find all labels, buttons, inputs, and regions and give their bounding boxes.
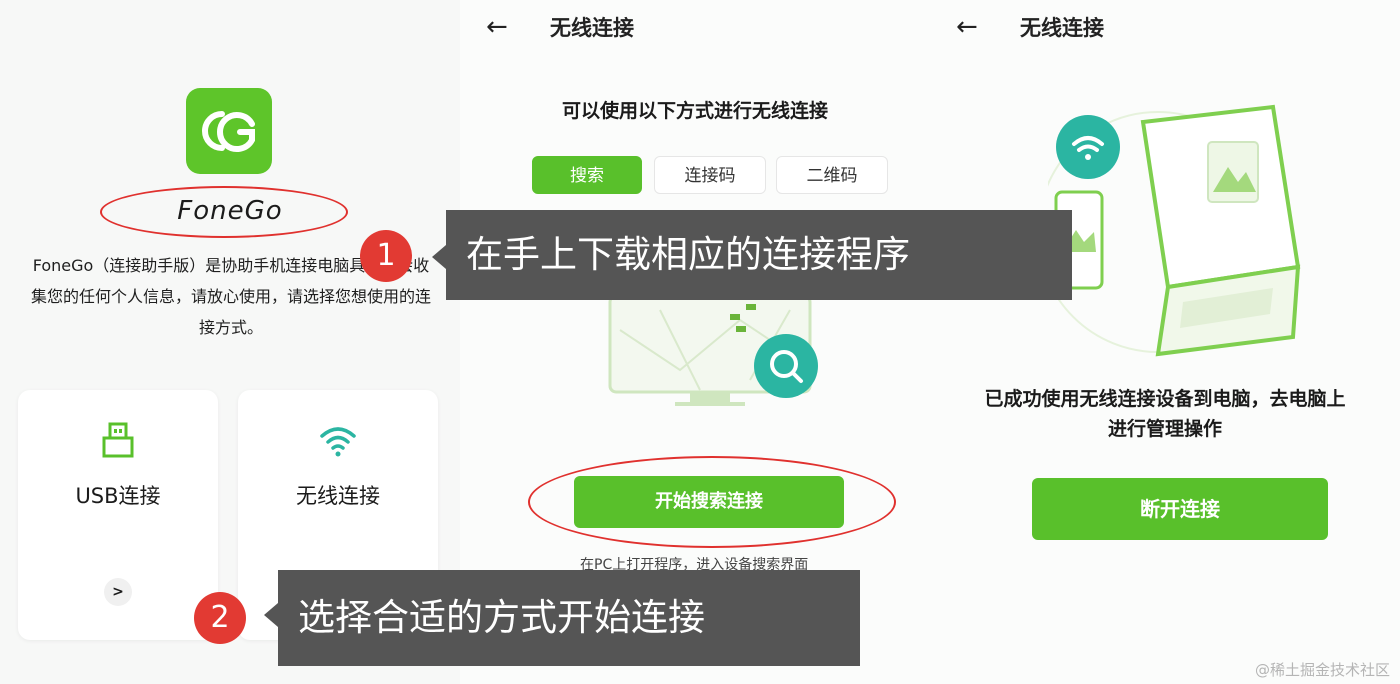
step-2-badge: 2: [194, 592, 246, 644]
back-arrow-icon[interactable]: ←: [956, 10, 992, 44]
tab-search[interactable]: 搜索: [532, 156, 642, 194]
search-illustration: [608, 294, 818, 406]
page-title: 无线连接: [550, 16, 634, 40]
success-message: 已成功使用无线连接设备到电脑，去电脑上 进行管理操作: [950, 384, 1380, 444]
callout-pointer: [432, 245, 446, 269]
success-line-1: 已成功使用无线连接设备到电脑，去电脑上: [984, 388, 1346, 410]
step-1-badge: 1: [360, 230, 412, 282]
page-title: 无线连接: [1020, 16, 1104, 40]
usb-connect-label: USB连接: [75, 484, 161, 508]
callout-2: 选择合适的方式开始连接: [278, 570, 860, 666]
usb-icon: [102, 422, 134, 458]
highlight-ring: [100, 186, 348, 238]
watermark: @稀土掘金技术社区: [1254, 661, 1390, 679]
tab-qr-code[interactable]: 二维码: [776, 156, 888, 194]
connected-panel: ← 无线连接 已成功使用无线连接设备到电脑，去电脑上 进行管理操作 断开连接: [930, 0, 1400, 684]
disconnect-button[interactable]: 断开连接: [1032, 478, 1328, 540]
wireless-connect-label: 无线连接: [296, 484, 380, 508]
callout-pointer: [264, 603, 278, 627]
method-subtitle: 可以使用以下方式进行无线连接: [561, 100, 828, 122]
wifi-icon: [320, 427, 356, 457]
back-arrow-icon[interactable]: ←: [486, 10, 522, 44]
success-line-2: 进行管理操作: [1107, 418, 1222, 440]
callout-1: 在手上下载相应的连接程序: [446, 210, 1072, 300]
highlight-ring: [528, 456, 896, 548]
tab-connect-code[interactable]: 连接码: [654, 156, 766, 194]
chevron-right-icon[interactable]: >: [104, 578, 132, 606]
usb-connect-card[interactable]: USB连接 >: [18, 390, 218, 640]
fonego-logo: [186, 88, 272, 174]
laptop-phone-illustration: [1048, 104, 1301, 357]
